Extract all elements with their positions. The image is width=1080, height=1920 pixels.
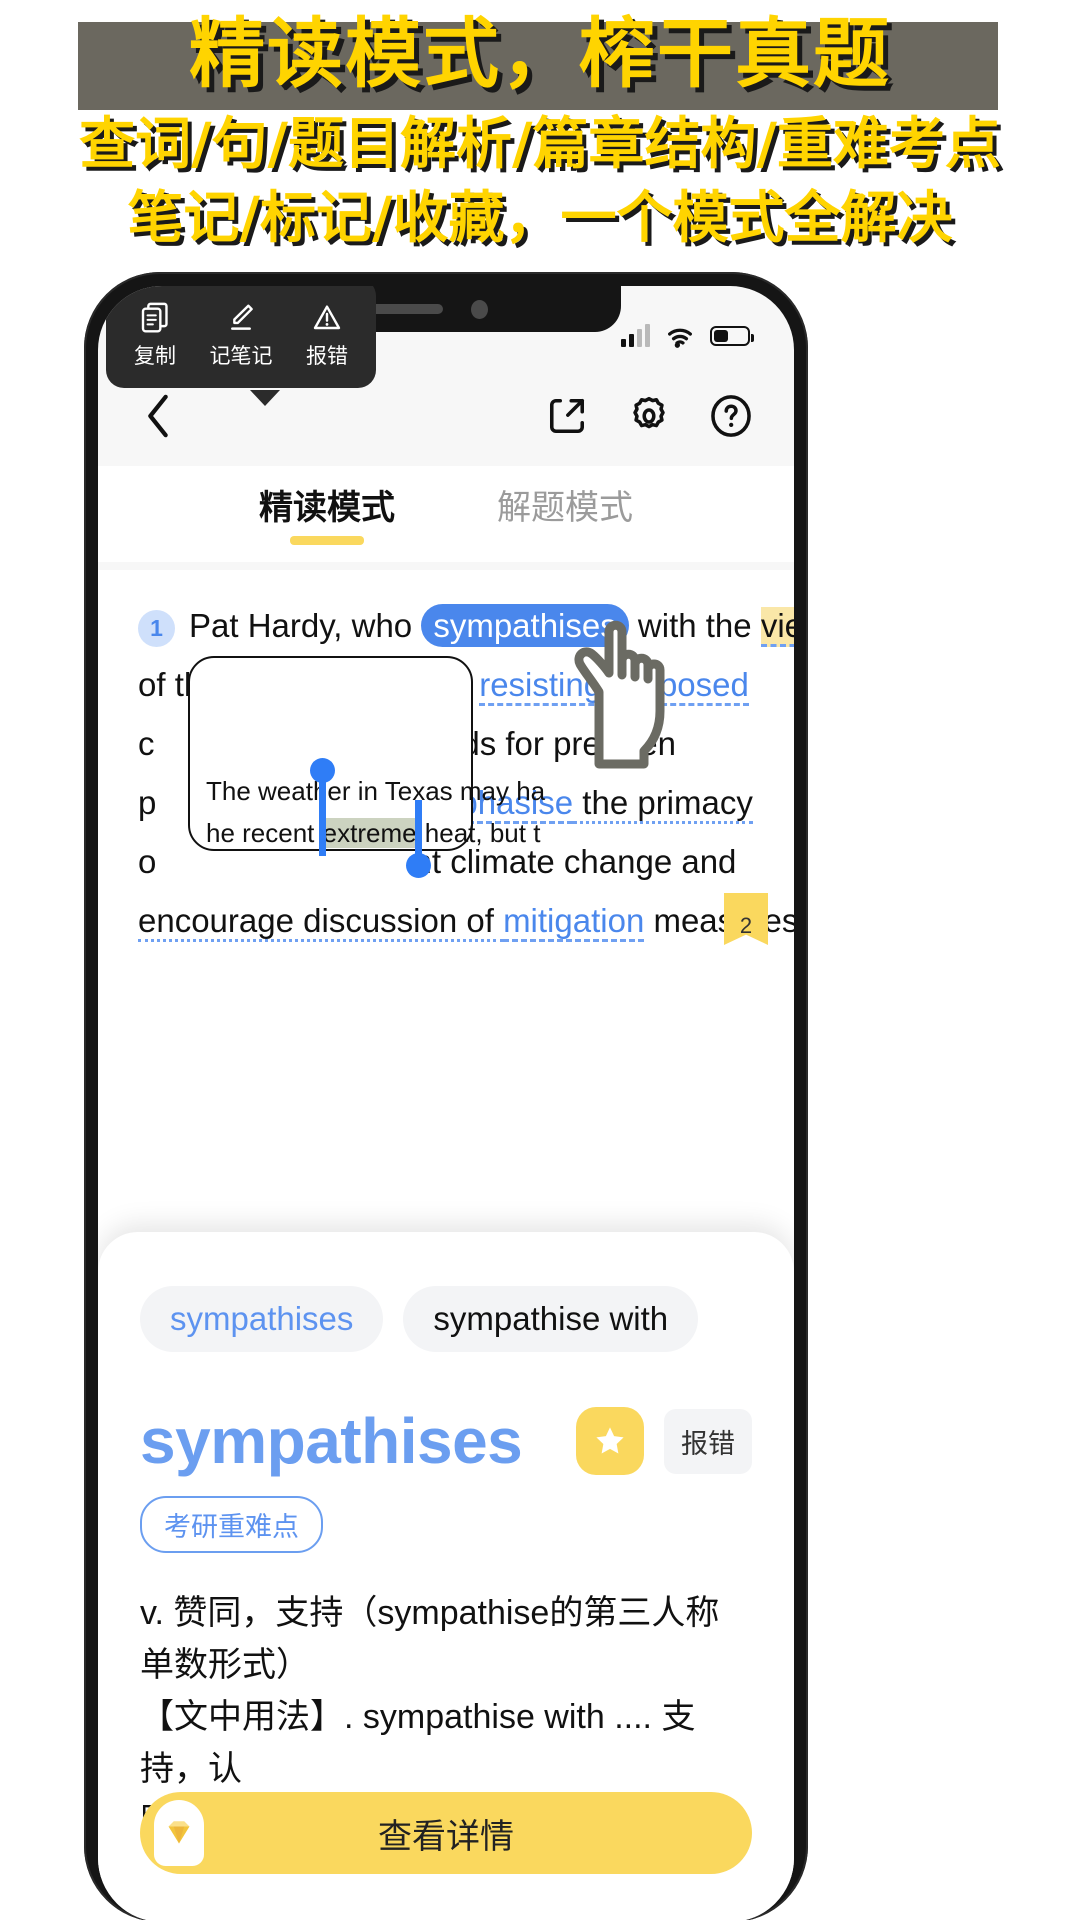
passage-text: Pat Hardy, who xyxy=(189,607,422,644)
selected-text-extreme[interactable]: extreme xyxy=(309,758,431,878)
view-details-label: 查看详情 xyxy=(378,1817,514,1856)
phone-mockup: 18:09 xyxy=(84,272,808,1920)
passage-text: o xyxy=(138,843,157,880)
selection-preview-card: The weather in Texas may ha he recent ex… xyxy=(188,656,546,878)
mode-tabs: 精读模式 解题模式 xyxy=(98,466,794,562)
view-details-button[interactable]: 查看详情 xyxy=(140,1792,752,1874)
promo-subline-2: 笔记/标记/收藏，一个模式全解决 xyxy=(127,186,953,251)
selection-preview-line-2: he recent extreme heat, but t xyxy=(206,758,540,878)
report-error-button[interactable]: 报错 xyxy=(664,1408,752,1474)
context-menu-item-note-label: 记笔记 xyxy=(209,344,273,368)
selection-context-menu: 复制 记笔记 报错 xyxy=(106,286,376,388)
selection-preview-text: The weather in Texas may ha he recent ex… xyxy=(206,758,546,878)
cellular-signal-icon xyxy=(621,324,650,347)
word-difficulty-tag: 考研重难点 xyxy=(140,1496,323,1553)
pill-sympathises[interactable]: sympathises xyxy=(140,1286,384,1352)
settings-button[interactable] xyxy=(624,391,674,441)
notch-camera xyxy=(471,300,488,319)
gear-icon xyxy=(633,396,665,429)
diamond-icon xyxy=(154,1800,204,1866)
preview-text: he recent xyxy=(206,818,322,848)
warning-triangle-icon xyxy=(312,301,342,335)
passage-text: measures. xyxy=(644,902,794,939)
passage-text: encourage discussion of xyxy=(138,902,504,942)
question-circle-icon xyxy=(711,395,751,437)
copy-icon xyxy=(140,301,170,335)
selected-text-value: extreme xyxy=(322,818,417,848)
tab-intensive-reading-label: 精读模式 xyxy=(259,489,395,527)
context-menu-item-note[interactable]: 记笔记 xyxy=(202,301,280,370)
chevron-left-icon xyxy=(148,394,168,438)
dictionary-word-title: sympathises xyxy=(140,1405,523,1477)
nav-actions xyxy=(542,391,756,441)
passage-line-6: encourage discussion of mitigation measu… xyxy=(138,891,794,950)
pill-sympathise-with[interactable]: sympathise with xyxy=(403,1286,699,1352)
share-button[interactable] xyxy=(542,391,592,441)
selection-preview-line-1: The weather in Texas may ha xyxy=(206,776,546,806)
help-button[interactable] xyxy=(706,391,756,441)
paragraph-number-badge: 1 xyxy=(138,609,175,647)
tab-problem-solving-label: 解题模式 xyxy=(497,489,633,527)
highlighted-word-views[interactable]: views xyxy=(760,607,794,647)
context-menu-item-report[interactable]: 报错 xyxy=(288,301,366,370)
tab-intensive-reading[interactable]: 精读模式 xyxy=(255,474,399,545)
word-actions: 报错 xyxy=(576,1407,752,1475)
selection-handle-left[interactable] xyxy=(309,758,335,856)
definition-line: 【文中用法】. sympathise with .... 支持，认 xyxy=(140,1698,696,1788)
context-menu-arrow xyxy=(250,390,280,406)
definition-line: 单数形式） xyxy=(140,1646,310,1684)
pencil-icon xyxy=(226,301,256,335)
passage-text: p xyxy=(138,784,157,821)
context-menu-item-copy[interactable]: 复制 xyxy=(116,301,194,370)
dictionary-bottom-sheet: sympathises sympathise with sympathises … xyxy=(98,1232,794,1920)
back-button[interactable] xyxy=(136,394,180,438)
share-icon xyxy=(549,398,585,434)
favorite-button[interactable] xyxy=(576,1407,644,1475)
wifi-icon xyxy=(668,328,692,348)
phone-screen: 18:09 xyxy=(98,286,794,1920)
definition-line: v. 赞同，支持（sympathise的第三人称 xyxy=(140,1594,720,1632)
tab-active-indicator xyxy=(290,536,364,545)
promo-subline-1: 查词/句/题目解析/篇章结构/重难考点 xyxy=(79,112,1001,177)
context-menu-item-copy-label: 复制 xyxy=(134,344,176,368)
annotated-word-mitigation[interactable]: mitigation xyxy=(503,902,645,942)
promo-headline: 精读模式，榨干真题 xyxy=(189,9,891,98)
word-header-row: sympathises 报错 xyxy=(140,1404,752,1478)
passage-text: c xyxy=(138,725,155,762)
preview-text: heat, but t xyxy=(417,818,541,848)
selection-handle-right[interactable] xyxy=(405,800,431,878)
promo-header: 精读模式，榨干真题 查词/句/题目解析/篇章结构/重难考点 笔记/标记/收藏，一… xyxy=(0,0,1080,300)
promo-screenshot-page: 精读模式，榨干真题 查词/句/题目解析/篇章结构/重难考点 笔记/标记/收藏，一… xyxy=(0,0,1080,1920)
battery-icon xyxy=(710,326,754,346)
star-icon xyxy=(596,1427,624,1454)
status-indicators xyxy=(621,324,754,349)
hand-cursor-icon xyxy=(563,606,683,806)
context-menu-item-report-label: 报错 xyxy=(306,344,348,368)
word-variant-pills: sympathises sympathise with xyxy=(140,1286,752,1352)
tab-problem-solving[interactable]: 解题模式 xyxy=(493,474,637,529)
